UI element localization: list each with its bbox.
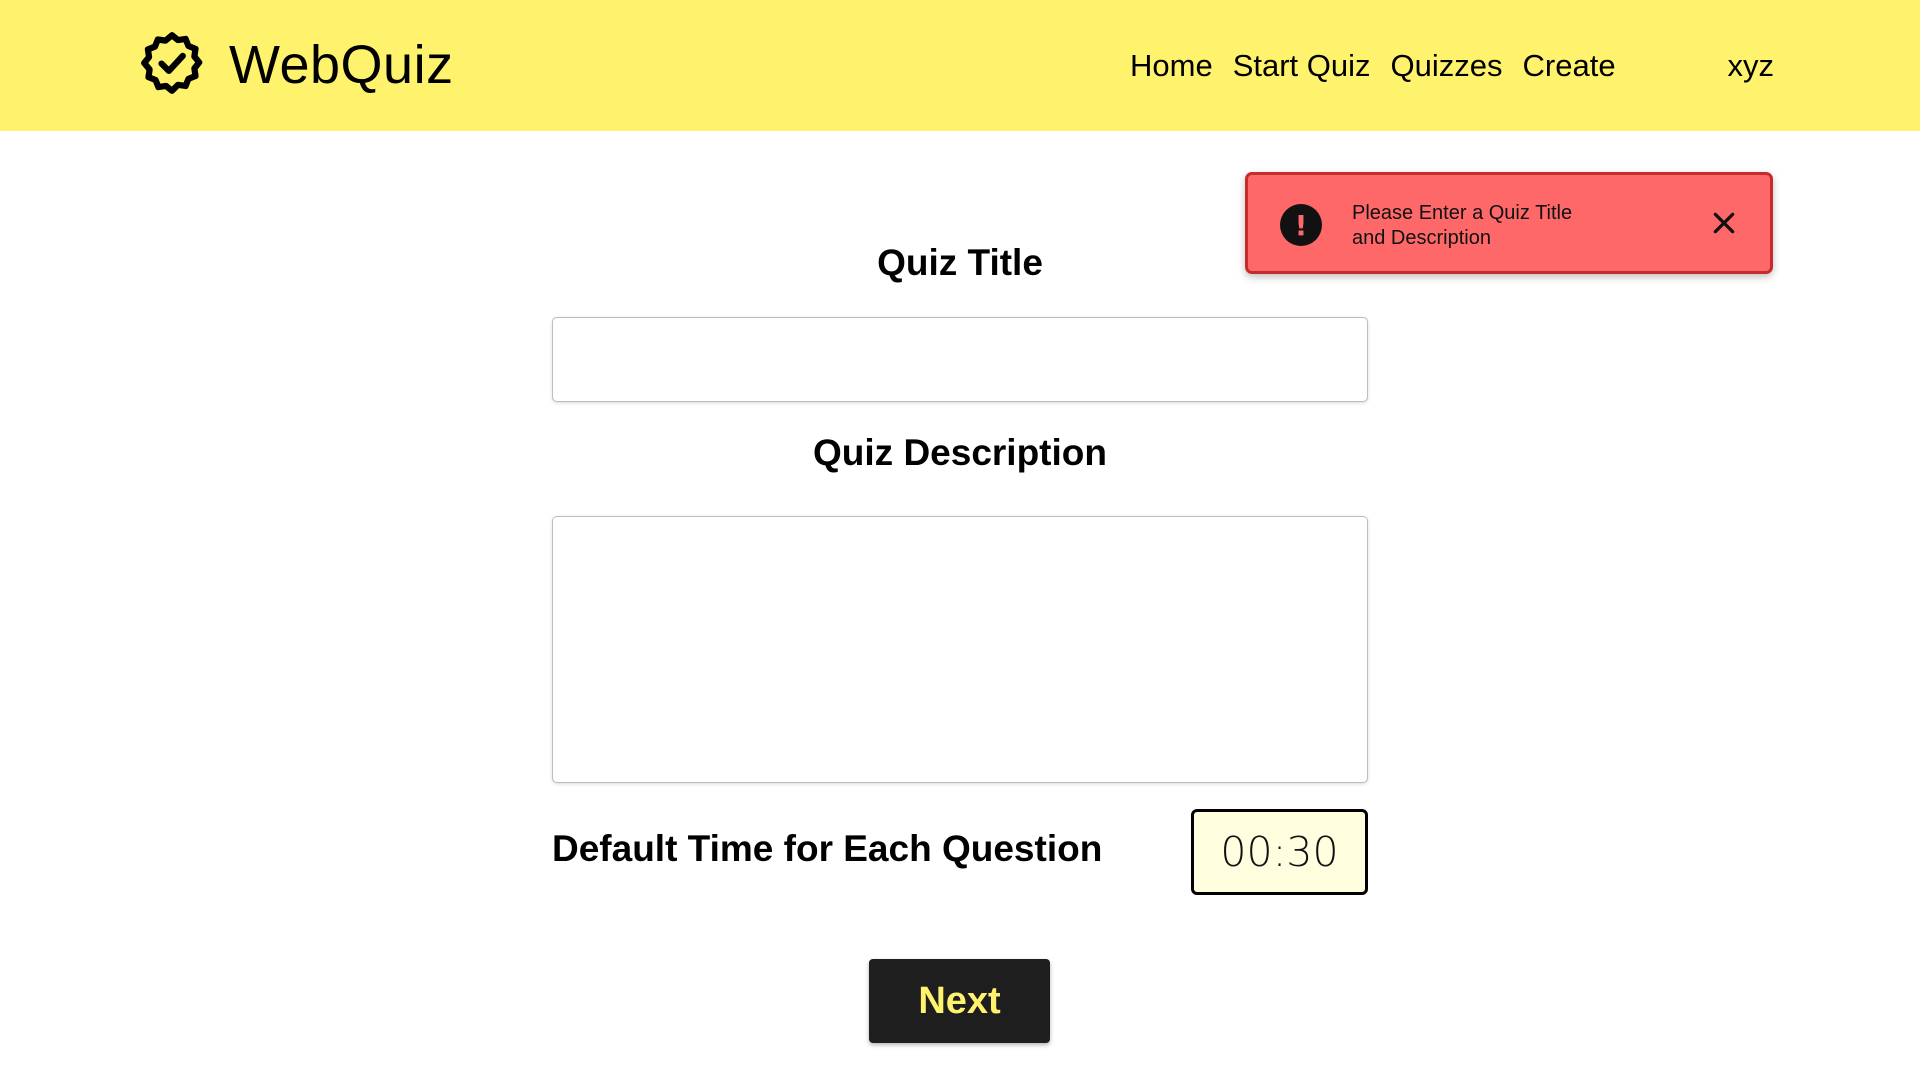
nav-item-home[interactable]: Home bbox=[1130, 48, 1213, 84]
nav-item-quizzes[interactable]: Quizzes bbox=[1391, 48, 1503, 84]
exclamation-icon: ! bbox=[1280, 204, 1322, 246]
nav-item-create[interactable]: Create bbox=[1523, 48, 1616, 84]
badge-check-icon bbox=[138, 29, 206, 102]
app-name: WebQuiz bbox=[229, 35, 454, 95]
default-time-label: Default Time for Each Question bbox=[552, 828, 1103, 869]
next-button[interactable]: Next bbox=[869, 959, 1050, 1043]
quiz-title-input[interactable] bbox=[552, 317, 1368, 402]
top-navbar: WebQuiz Home Start Quiz Quizzes Create x… bbox=[0, 0, 1920, 131]
quiz-description-label: Quiz Description bbox=[813, 432, 1107, 473]
quiz-title-label: Quiz Title bbox=[877, 242, 1043, 283]
default-time-input[interactable] bbox=[1191, 809, 1368, 895]
brand[interactable]: WebQuiz bbox=[138, 30, 454, 100]
nav-item-start-quiz[interactable]: Start Quiz bbox=[1233, 48, 1371, 84]
main-nav: Home Start Quiz Quizzes Create bbox=[1130, 44, 1636, 88]
close-icon[interactable] bbox=[1706, 205, 1742, 241]
user-menu[interactable]: xyz bbox=[1728, 44, 1775, 88]
toast-message: Please Enter a Quiz Title and Descriptio… bbox=[1352, 202, 1573, 249]
quiz-description-input[interactable] bbox=[552, 516, 1368, 783]
